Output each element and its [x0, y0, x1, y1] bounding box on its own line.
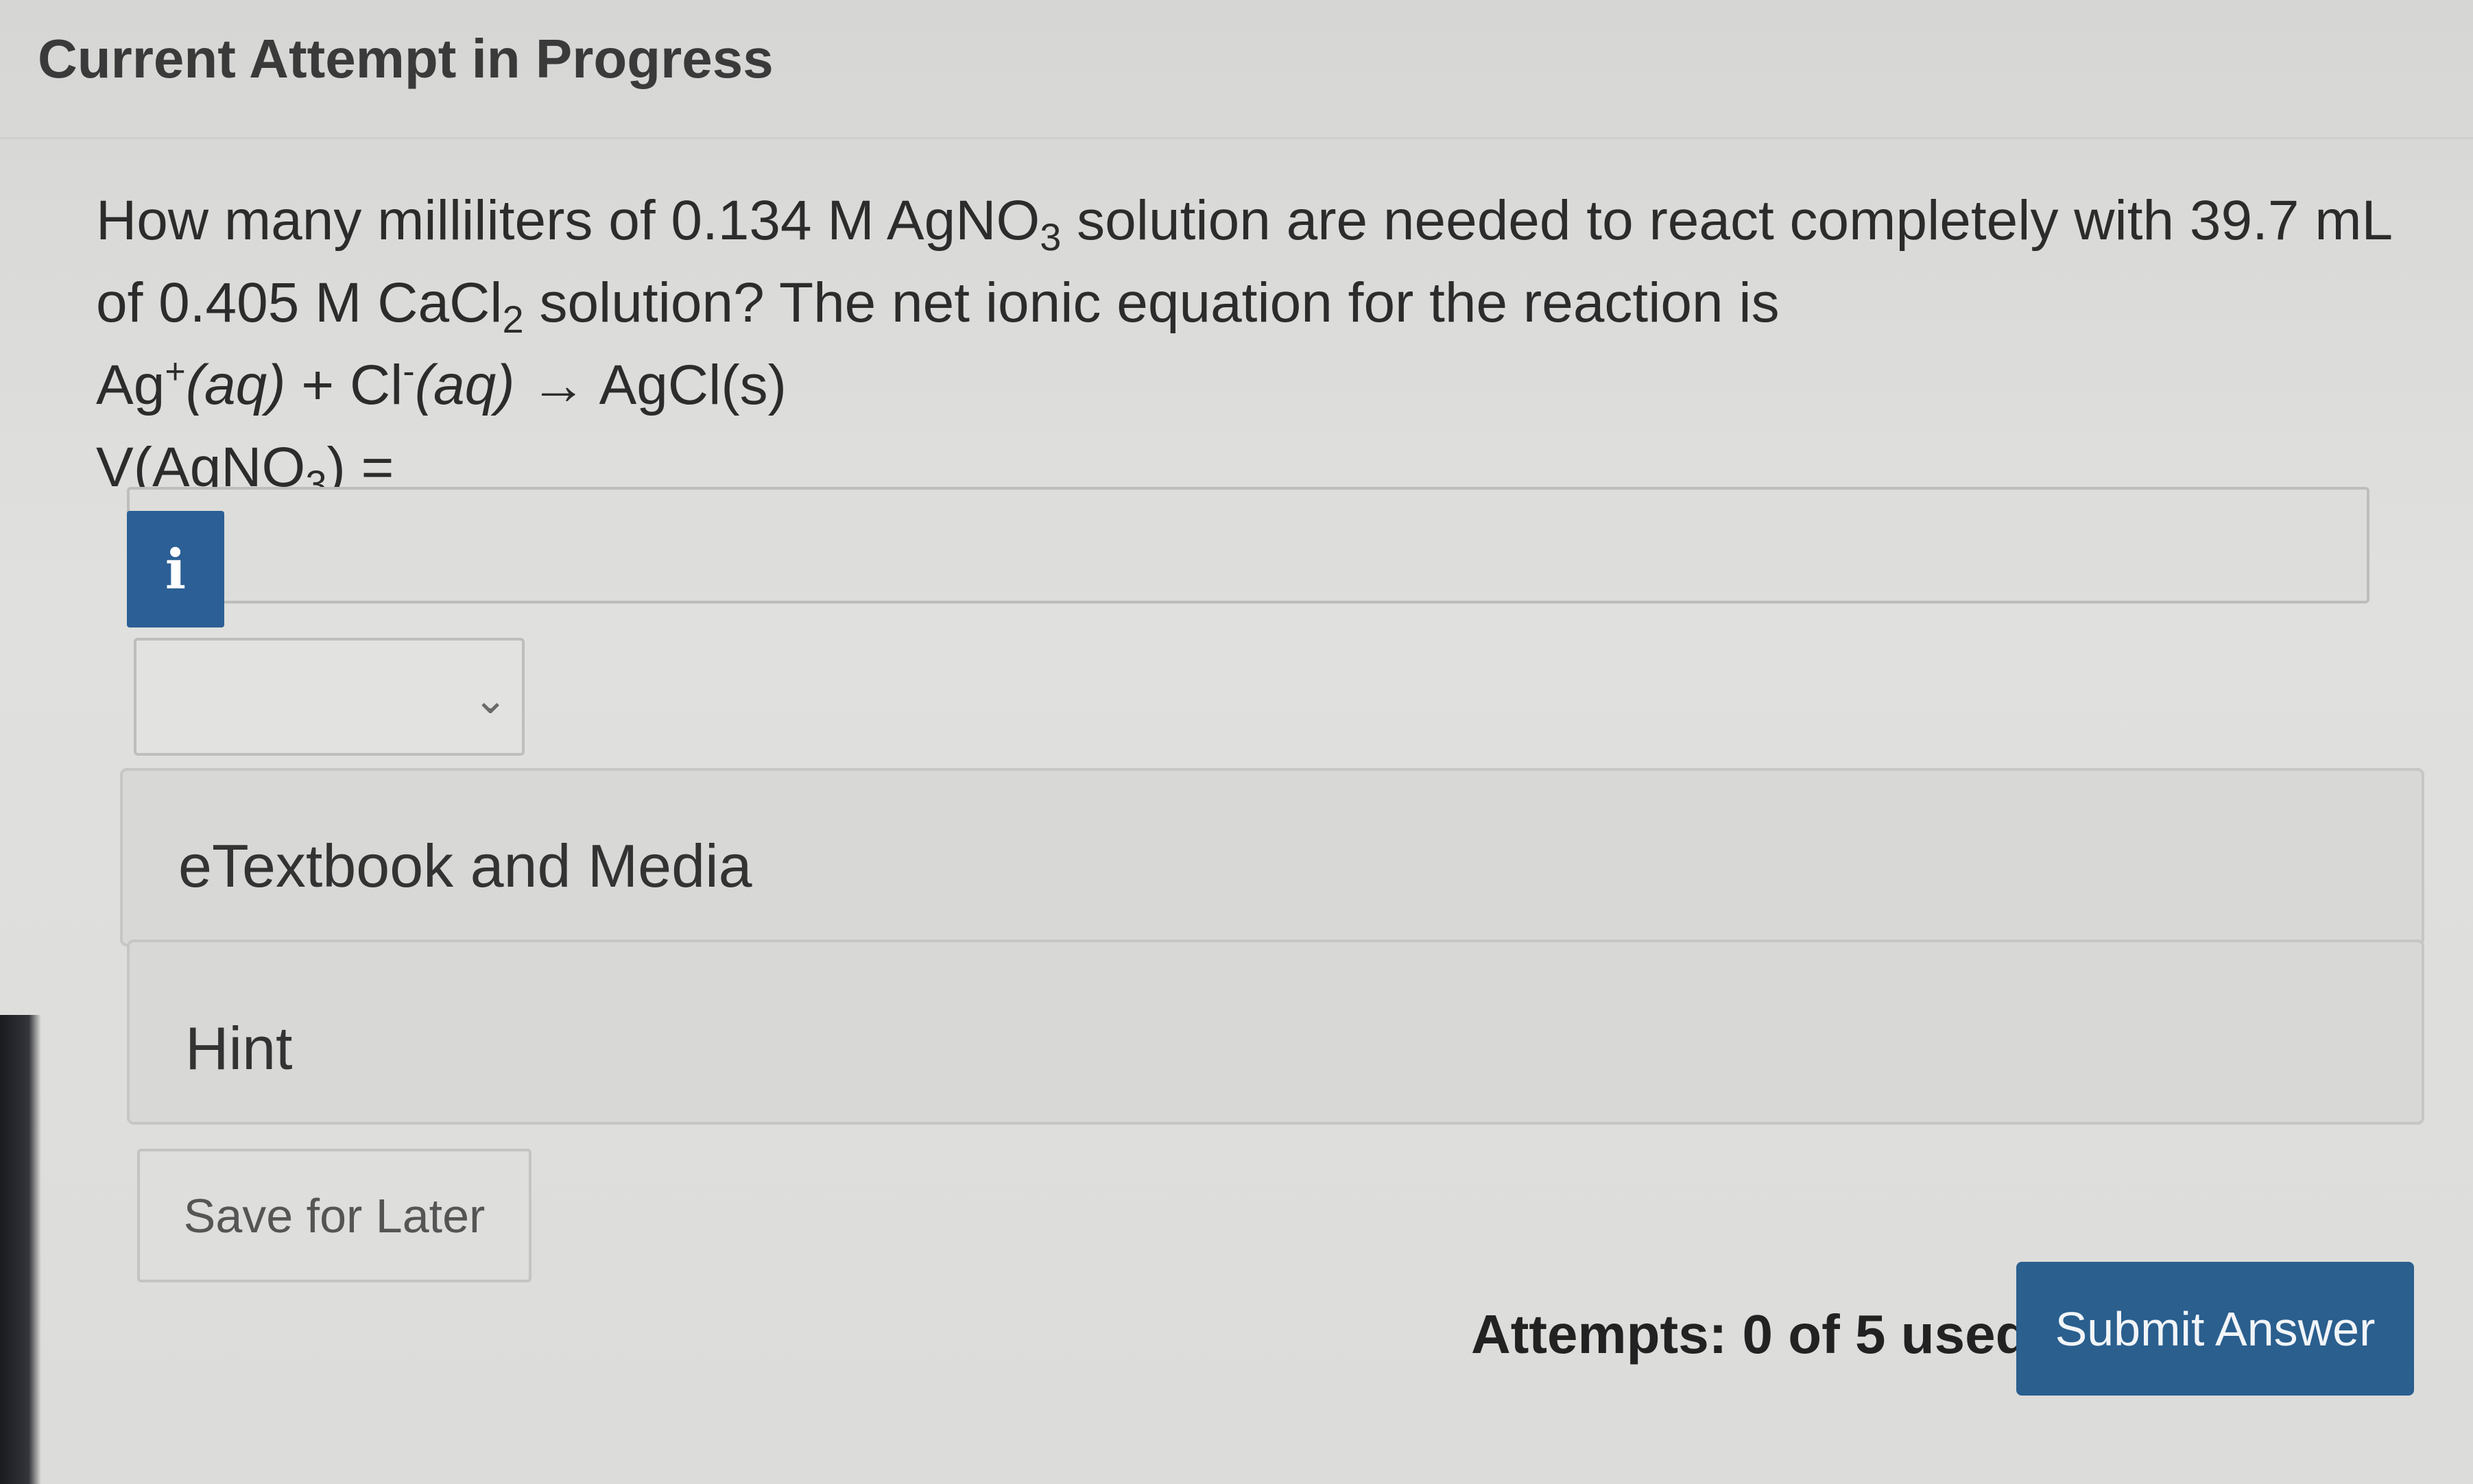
question-line-1: How many milliliters of 0.134 M AgNO3 so… [96, 180, 2441, 262]
subscript: 3 [1040, 215, 1062, 259]
unit-select[interactable] [134, 638, 525, 756]
question-line-2: of 0.405 M CaCl2 solution? The net ionic… [96, 262, 2441, 344]
question-text-part: of 0.405 M CaCl [96, 272, 503, 334]
question-text-part: How many milliliters of 0.134 M AgNO [96, 189, 1040, 252]
equation-part: (aq) [414, 354, 515, 416]
answer-input[interactable] [233, 501, 2355, 591]
question-text: How many milliliters of 0.134 M AgNO3 so… [96, 180, 2441, 509]
chevron-down-icon[interactable]: ⌄ [473, 675, 507, 723]
equation-part: → AgCl(s) [514, 354, 787, 416]
etextbook-media-label[interactable]: eTextbook and Media [178, 831, 752, 901]
subscript: 2 [502, 298, 524, 341]
submit-answer-button[interactable]: Submit Answer [2016, 1262, 2414, 1396]
device-bezel [0, 1015, 41, 1484]
question-text-part: solution? The net ionic equation for the… [523, 272, 1780, 334]
superscript: - [403, 352, 415, 392]
net-ionic-equation: Ag+(aq) + Cl-(aq) → AgCl(s) [96, 344, 2441, 427]
save-for-later-button[interactable]: Save for Later [137, 1149, 531, 1282]
equation-part: (aq) [185, 354, 286, 416]
question-text-part: solution are needed to react completely … [1061, 189, 2393, 252]
equation-part: + Cl [285, 354, 403, 416]
superscript: + [165, 352, 186, 392]
attempts-counter: Attempts: 0 of 5 used [1471, 1304, 2029, 1365]
equation-part: Ag [96, 354, 165, 416]
hint-panel[interactable] [127, 940, 2424, 1125]
hint-label[interactable]: Hint [185, 1014, 293, 1084]
info-icon[interactable]: i [127, 511, 224, 627]
header-divider [0, 137, 2473, 139]
page-title: Current Attempt in Progress [38, 28, 774, 89]
